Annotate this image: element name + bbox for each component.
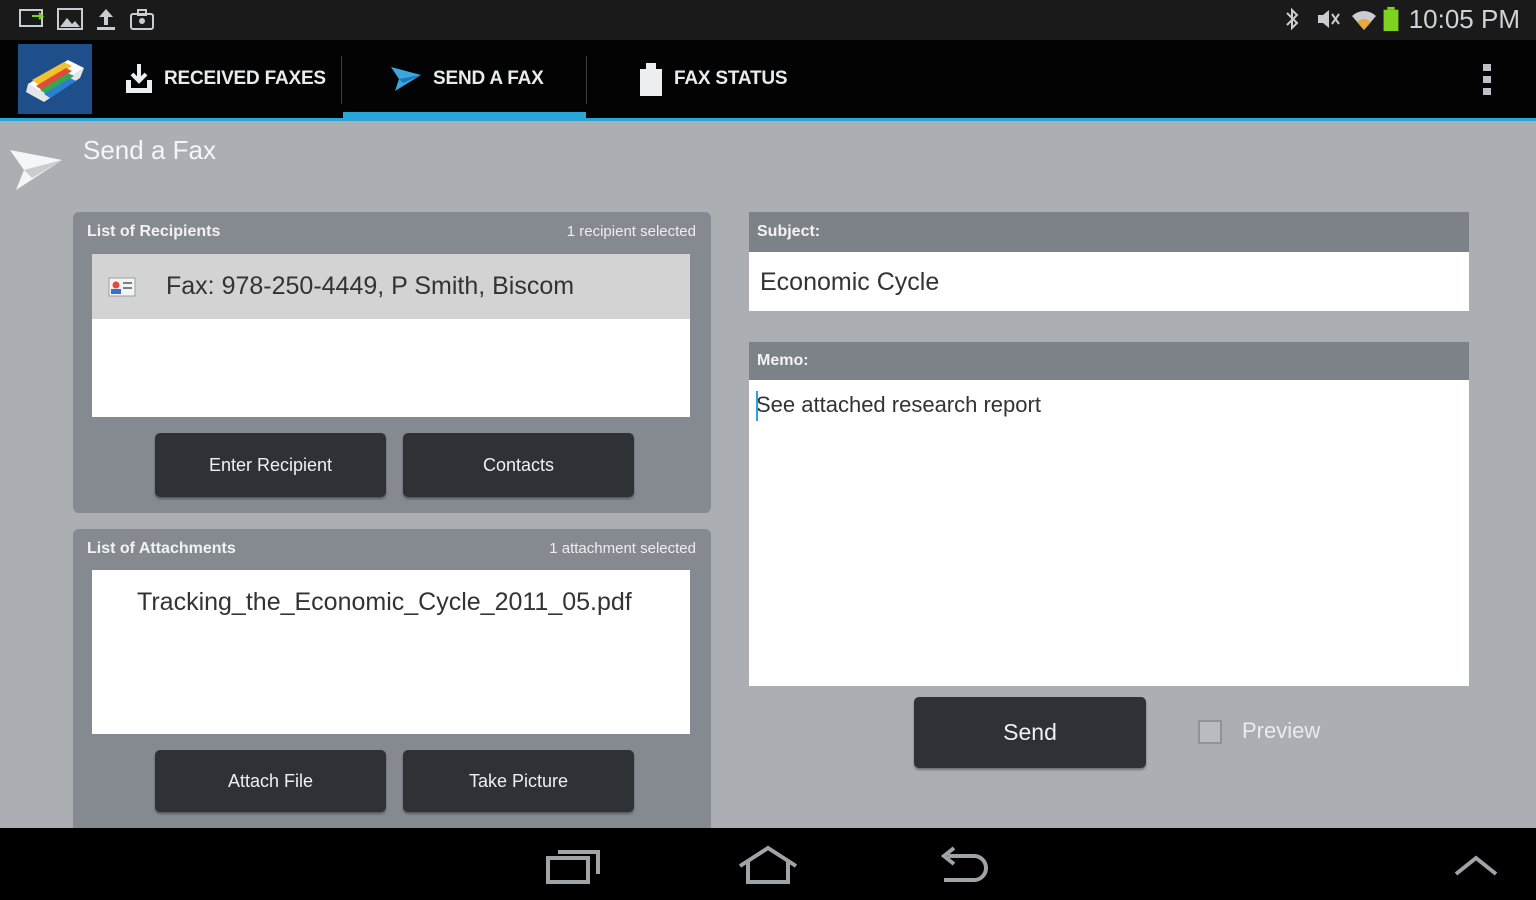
briefcase-icon xyxy=(130,9,154,30)
memo-label: Memo: xyxy=(749,342,1469,380)
tab-send-a-fax[interactable]: SEND A FAX xyxy=(389,40,544,118)
tab-fax-status[interactable]: FAX STATUS xyxy=(638,40,788,118)
status-bar: 10:05 PM xyxy=(0,0,1536,40)
attachment-entry[interactable]: Tracking_the_Economic_Cycle_2011_05.pdf xyxy=(137,588,632,617)
attachments-heading: List of Attachments xyxy=(87,540,236,557)
subject-label: Subject: xyxy=(749,212,1469,252)
recipients-heading: List of Recipients xyxy=(87,223,221,240)
recipients-count: 1 recipient selected xyxy=(566,223,696,240)
gallery-icon xyxy=(57,8,83,30)
paper-plane-icon xyxy=(10,150,62,190)
contacts-button[interactable]: Contacts xyxy=(403,433,634,497)
battery-icon xyxy=(1383,6,1399,32)
tab-separator xyxy=(341,56,342,104)
attach-file-button[interactable]: Attach File xyxy=(155,750,386,812)
enter-recipient-button[interactable]: Enter Recipient xyxy=(155,433,386,497)
back-icon[interactable] xyxy=(936,846,992,886)
tab-label: RECEIVED FAXES xyxy=(164,68,326,89)
tab-label: FAX STATUS xyxy=(674,68,788,89)
memo-input[interactable] xyxy=(749,380,1469,686)
page-title: Send a Fax xyxy=(83,135,216,165)
take-picture-button[interactable]: Take Picture xyxy=(403,750,634,812)
tab-received-faxes[interactable]: RECEIVED FAXES xyxy=(124,40,326,118)
text-caret xyxy=(756,391,758,421)
preview-checkbox[interactable] xyxy=(1198,720,1222,744)
upload-icon xyxy=(97,9,115,30)
screen-mirror-icon xyxy=(19,9,45,27)
paper-plane-icon xyxy=(391,67,421,91)
send-button[interactable]: Send xyxy=(914,697,1146,768)
fax-logo-icon xyxy=(18,44,92,114)
bluetooth-icon xyxy=(1286,7,1299,31)
overflow-menu-icon[interactable] xyxy=(1480,60,1496,100)
mute-icon xyxy=(1318,10,1340,28)
wifi-icon xyxy=(1352,11,1376,30)
preview-label[interactable]: Preview xyxy=(1242,718,1320,744)
app-logo[interactable] xyxy=(18,44,92,114)
recipient-entry: Fax: 978-250-4449, P Smith, Biscom xyxy=(166,272,575,300)
download-tray-icon xyxy=(126,64,152,93)
tab-separator xyxy=(586,56,587,104)
memo-value: See attached research report xyxy=(756,392,1041,417)
tab-label: SEND A FAX xyxy=(433,68,544,89)
clipboard-icon xyxy=(640,63,662,96)
contact-card-icon xyxy=(108,277,136,297)
subject-value: Economic Cycle xyxy=(760,268,940,296)
chevron-up-icon[interactable] xyxy=(1452,852,1500,878)
home-icon[interactable] xyxy=(736,844,800,886)
recent-apps-icon[interactable] xyxy=(544,846,602,886)
status-clock: 10:05 PM xyxy=(1408,4,1520,34)
attachments-count: 1 attachment selected xyxy=(549,540,696,557)
